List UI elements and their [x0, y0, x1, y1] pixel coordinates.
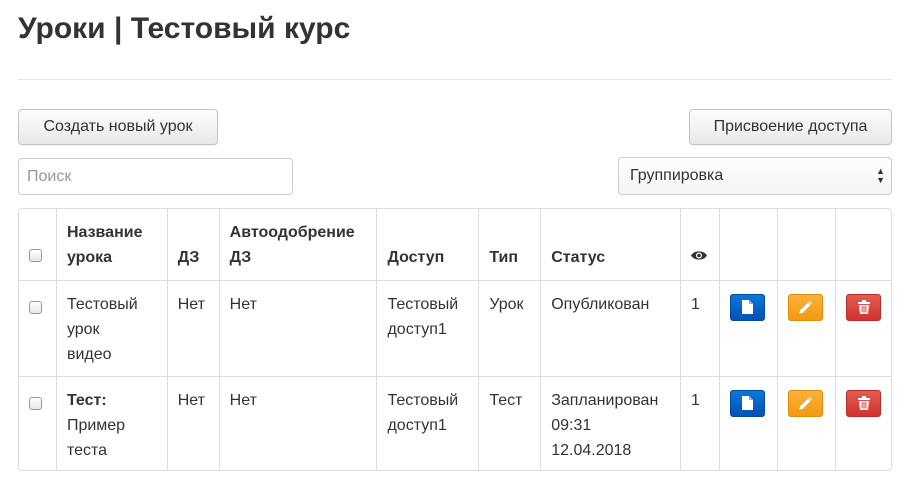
trash-icon [857, 300, 870, 314]
divider [18, 79, 892, 80]
access-line: Тестовый [387, 391, 459, 409]
header-action-view [719, 209, 778, 281]
lesson-name-line: Пример [66, 416, 126, 434]
access-line: доступ1 [387, 320, 447, 338]
header-lesson-name-line1: Название [66, 223, 143, 241]
views-cell: 1 [680, 376, 720, 470]
edit-action-cell [777, 280, 837, 377]
table-header-row: Название урока ДЗ Автоодобрение ДЗ Досту… [19, 209, 891, 281]
create-lesson-button[interactable]: Создать новый урок [18, 109, 218, 145]
pencil-icon [799, 300, 812, 313]
status-line: Запланирован [551, 391, 659, 409]
delete-action-cell [835, 280, 891, 377]
lessons-table: Название урока ДЗ Автоодобрение ДЗ Досту… [18, 208, 892, 471]
view-action-cell [719, 280, 778, 377]
header-auto-approve[interactable]: Автоодобрение ДЗ [219, 209, 378, 281]
type-cell: Тест [478, 376, 542, 470]
delete-lesson-button[interactable] [846, 293, 881, 321]
assign-access-button[interactable]: Присвоение доступа [689, 109, 892, 145]
auto-approve-cell: Нет [219, 376, 378, 470]
edit-lesson-button[interactable] [787, 389, 823, 417]
status-cell: Запланирован 09:31 12.04.2018 [540, 376, 682, 470]
access-cell: Тестовый доступ1 [376, 376, 480, 470]
header-action-delete [835, 209, 891, 281]
header-action-edit [777, 209, 837, 281]
header-views[interactable] [680, 209, 720, 281]
auto-approve-cell: Нет [219, 280, 378, 377]
header-lesson-name[interactable]: Название урока [56, 209, 168, 281]
homework-cell: Нет [167, 280, 220, 377]
homework-cell: Нет [167, 376, 220, 470]
edit-action-cell [777, 376, 837, 470]
header-type[interactable]: Тип [478, 209, 542, 281]
header-status[interactable]: Статус [540, 209, 682, 281]
delete-lesson-button[interactable] [846, 389, 881, 417]
header-lesson-name-line2: урока [66, 248, 113, 266]
header-auto-approve-line2: ДЗ [229, 248, 252, 266]
lesson-name-line: урок [66, 320, 100, 338]
view-action-cell [719, 376, 778, 470]
file-icon [741, 300, 753, 314]
views-cell: 1 [680, 280, 720, 377]
row-checkbox[interactable] [29, 396, 42, 410]
pencil-icon [799, 396, 812, 409]
select-arrows-icon: ▲ ▼ [876, 166, 885, 185]
delete-action-cell [836, 376, 892, 470]
lesson-name-line: Тестовый [66, 295, 138, 313]
table-row: Тест: Пример теста Нет Нет Тестовый дост… [19, 376, 891, 470]
page-title: Уроки | Тестовый курс [18, 12, 351, 45]
select-all-checkbox[interactable] [29, 249, 42, 263]
row-checkbox-cell [19, 280, 57, 377]
status-line: 12.04.2018 [551, 441, 632, 459]
view-lesson-button[interactable] [729, 389, 765, 417]
grouping-select[interactable]: Группировка ▲ ▼ [618, 157, 892, 195]
header-homework[interactable]: ДЗ [167, 209, 220, 281]
status-line: 09:31 [551, 416, 592, 434]
grouping-value: Группировка [630, 167, 724, 184]
trash-icon [857, 396, 870, 410]
header-auto-approve-line1: Автоодобрение [229, 223, 355, 241]
eye-icon [691, 251, 708, 260]
lesson-name-line: видео [66, 345, 112, 363]
access-line: доступ1 [387, 416, 447, 434]
access-cell: Тестовый доступ1 [376, 280, 480, 377]
lesson-type-prefix: Тест: [66, 391, 107, 409]
view-lesson-button[interactable] [729, 293, 765, 321]
lesson-name-cell: Тестовый урок видео [56, 280, 168, 377]
header-select-all-cell [19, 209, 57, 281]
type-cell: Урок [478, 280, 542, 377]
row-checkbox-cell [19, 376, 57, 470]
row-checkbox[interactable] [29, 300, 42, 314]
header-access[interactable]: Доступ [376, 209, 480, 281]
table-row: Тестовый урок видео Нет Нет Тестовый дос… [19, 280, 891, 377]
edit-lesson-button[interactable] [787, 293, 823, 321]
status-line: Опубликован [551, 295, 650, 313]
access-line: Тестовый [387, 295, 459, 313]
status-cell: Опубликован [540, 280, 682, 377]
search-input[interactable] [18, 158, 293, 195]
lesson-name-cell: Тест: Пример теста [56, 376, 168, 470]
lesson-name-line: теста [66, 441, 108, 459]
file-icon [741, 396, 753, 410]
